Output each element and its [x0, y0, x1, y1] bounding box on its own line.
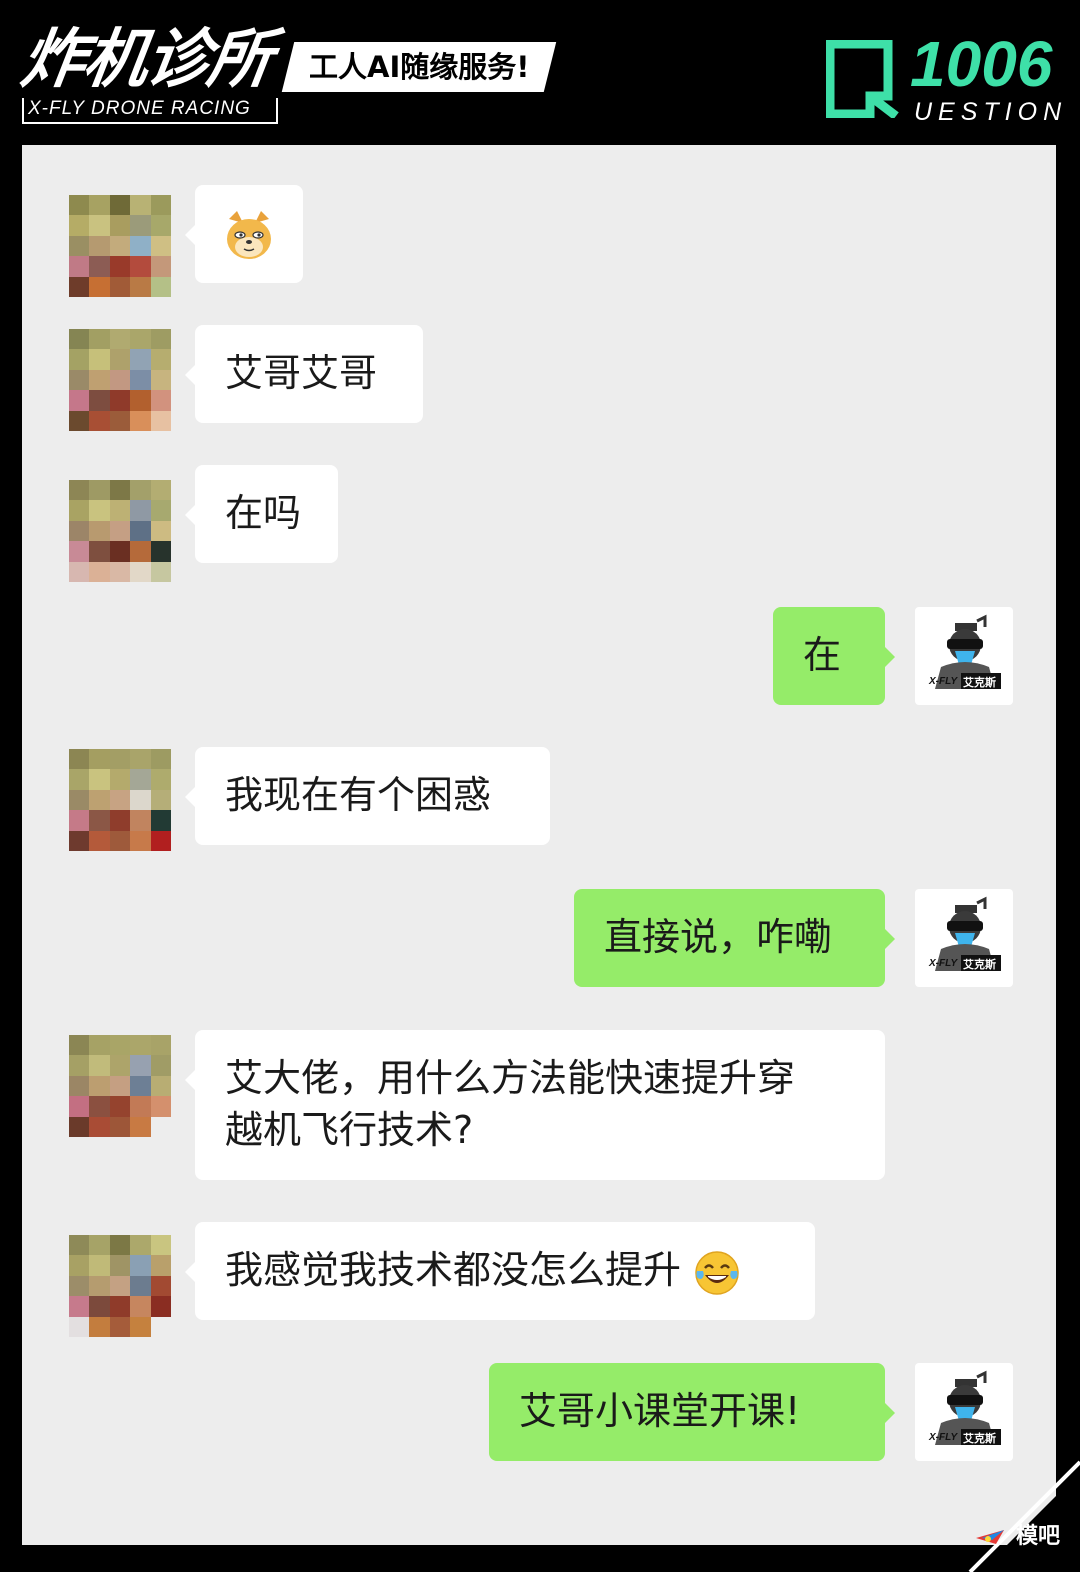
message-bubble-received[interactable]: 我感觉我技术都没怎么提升 [185, 1222, 815, 1320]
corner-decoration [968, 1460, 1080, 1572]
pilot-mascot-icon: X-FLY 艾克斯 [928, 614, 1001, 689]
message-bubble-sent[interactable]: 在 [773, 607, 895, 705]
message-text-line: 越机飞行技术? [225, 1108, 474, 1152]
chat-panel: 艾哥艾哥 在吗 在 X-FLY 艾克斯 我现在有个困惑 直接说，咋嘞 X-FLY… [22, 145, 1056, 1545]
contact-avatar[interactable] [69, 329, 171, 431]
message-text: 直接说，咋嘞 [604, 915, 833, 959]
message-bubble-sent[interactable]: 艾哥小课堂开课! [489, 1363, 895, 1461]
message-bubble-received[interactable]: 艾大佬，用什么方法能快速提升穿 越机飞行技术? [185, 1030, 885, 1180]
svg-text:艾克斯: 艾克斯 [963, 1431, 996, 1445]
doge-emoji-icon [227, 211, 271, 259]
watermark: 模吧 [974, 1518, 1060, 1550]
contact-avatar[interactable] [69, 749, 171, 851]
contact-avatar[interactable] [69, 1235, 171, 1337]
q-logo-icon [826, 40, 899, 118]
contact-avatar[interactable] [69, 1035, 171, 1137]
svg-text:艾克斯: 艾克斯 [963, 957, 996, 971]
header-banner: 炸机诊所 X-FLY DRONE RACING 工人AI随缘服务! 1006 U… [0, 0, 1080, 145]
plane-logo-icon [976, 1530, 1005, 1544]
svg-text:X-FLY: X-FLY [928, 958, 958, 969]
message-text: 艾哥艾哥 [225, 351, 378, 395]
message-text: 我现在有个困惑 [225, 773, 492, 817]
my-avatar[interactable]: X-FLY 艾克斯 [915, 607, 1013, 705]
svg-text:X-FLY: X-FLY [928, 676, 958, 687]
question-number: 1006 [910, 28, 1053, 100]
message-bubble-received[interactable]: 在吗 [185, 465, 338, 563]
tears-of-joy-emoji-icon [695, 1250, 739, 1295]
message-bubble-received[interactable] [185, 185, 303, 283]
contact-avatar[interactable] [69, 195, 171, 297]
message-bubble-received[interactable]: 艾哥艾哥 [185, 325, 423, 423]
brand-title: 炸机诊所 [16, 23, 276, 97]
my-avatar[interactable]: X-FLY 艾克斯 [915, 1363, 1013, 1461]
message-bubble-received[interactable]: 我现在有个困惑 [185, 747, 550, 845]
message-bubble-sent[interactable]: 直接说，咋嘞 [574, 889, 895, 987]
message-text: 在 [803, 633, 842, 677]
contact-avatar[interactable] [69, 480, 171, 582]
message-text-line: 艾大佬，用什么方法能快速提升穿 [225, 1056, 796, 1100]
my-avatar[interactable]: X-FLY 艾克斯 [915, 889, 1013, 987]
slogan-badge: 工人AI随缘服务! [281, 42, 557, 92]
message-text: 在吗 [225, 491, 302, 535]
question-word: UESTION [914, 98, 1068, 126]
pilot-mascot-icon: X-FLY 艾克斯 [928, 896, 1001, 971]
pilot-mascot-icon: X-FLY 艾克斯 [928, 1370, 1001, 1445]
svg-text:X-FLY: X-FLY [928, 1432, 958, 1443]
message-text: 艾哥小课堂开课! [519, 1389, 801, 1433]
brand-subtitle: X-FLY DRONE RACING [22, 98, 278, 124]
message-text: 我感觉我技术都没怎么提升 [225, 1248, 682, 1292]
avatar-label: 艾克斯 [963, 675, 996, 689]
